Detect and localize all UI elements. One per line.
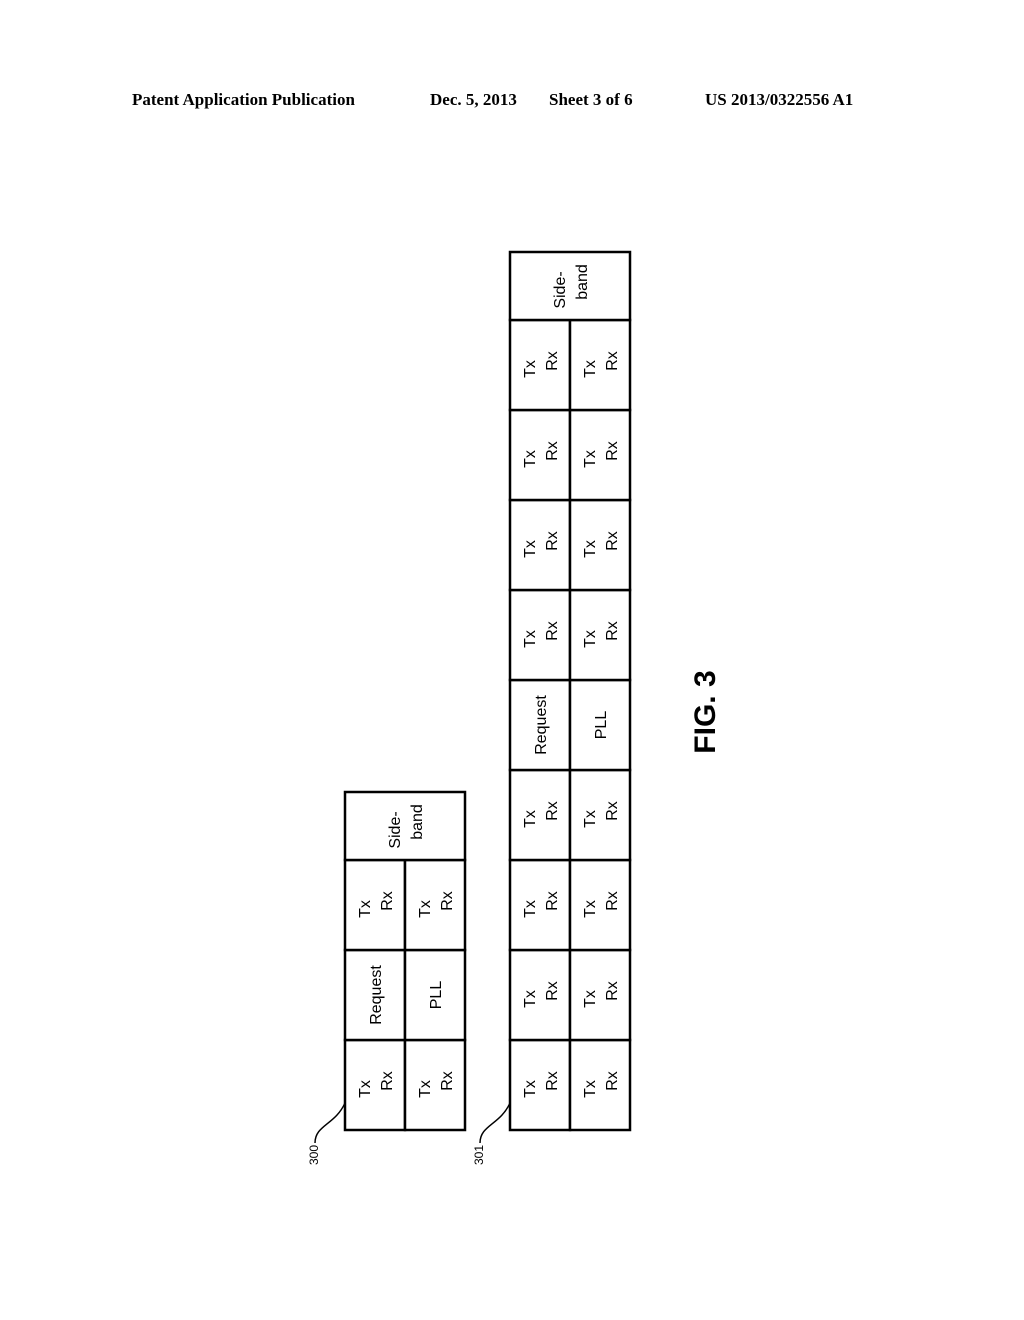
cell-text: Rx (544, 531, 561, 551)
cell-text: Tx (582, 450, 599, 468)
cell-text: Rx (544, 891, 561, 911)
cell-text: PLL (593, 711, 610, 740)
cell-text: Rx (604, 531, 621, 551)
cell-bottom (403, 1038, 467, 1132)
cell-text: Tx (522, 630, 539, 648)
cell-text: Rx (439, 1071, 456, 1091)
cell-text: Tx (582, 990, 599, 1008)
reference-leader-line (314, 1102, 346, 1144)
cell-bottom (568, 498, 632, 592)
cell-label-bottom: PLL (428, 981, 445, 1010)
cell-text: Tx (522, 990, 539, 1008)
cell-text: Tx (582, 360, 599, 378)
cell-text: Rx (604, 351, 621, 371)
cell-top (508, 498, 572, 592)
cell-top (508, 1038, 572, 1132)
cell-text: Rx (379, 1071, 396, 1091)
cell-text: Tx (522, 900, 539, 918)
figure-label: FIG. 3 (689, 670, 722, 753)
cell-text: Tx (582, 1080, 599, 1098)
cell-text: Tx (417, 1080, 434, 1098)
cell-text: Side- (387, 811, 404, 848)
cell-text: Rx (544, 441, 561, 461)
reference-leader-line (479, 1102, 511, 1144)
cell-text: Rx (544, 981, 561, 1001)
cell-text: Tx (582, 630, 599, 648)
cell-sideband (343, 790, 467, 862)
cell-text: Rx (439, 891, 456, 911)
reference-number: 301 (472, 1145, 486, 1165)
cell-sideband (508, 250, 632, 322)
cell-text: Tx (582, 810, 599, 828)
cell-top (508, 948, 572, 1042)
cell-top (343, 1038, 407, 1132)
cell-bottom (568, 948, 632, 1042)
cell-text: Rx (604, 621, 621, 641)
cell-text: Rx (604, 1071, 621, 1091)
cell-text: Tx (417, 900, 434, 918)
cell-text: Request (368, 965, 385, 1025)
cell-text: Tx (522, 360, 539, 378)
cell-label-top: Request (533, 695, 550, 755)
cell-text: Rx (379, 891, 396, 911)
cell-bottom (568, 858, 632, 952)
cell-bottom (568, 1038, 632, 1132)
cell-bottom (403, 858, 467, 952)
cell-bottom (568, 408, 632, 502)
cell-text: Tx (522, 1080, 539, 1098)
reference-number: 300 (307, 1145, 321, 1165)
cell-text: band (574, 264, 591, 300)
cell-text: band (409, 804, 426, 840)
cell-top (343, 858, 407, 952)
cell-text: PLL (428, 981, 445, 1010)
cell-top (508, 408, 572, 502)
cell-text: Rx (604, 441, 621, 461)
cell-text: Tx (357, 1080, 374, 1098)
cell-bottom (568, 318, 632, 412)
cell-top (508, 768, 572, 862)
cell-text: Side- (552, 271, 569, 308)
cell-text: Rx (544, 621, 561, 641)
cell-text: Rx (604, 981, 621, 1001)
cell-text: Rx (544, 801, 561, 821)
cell-text: Rx (544, 351, 561, 371)
cell-label-top: Request (368, 965, 385, 1025)
cell-text: Tx (357, 900, 374, 918)
cell-text: Rx (544, 1071, 561, 1091)
cell-text: Tx (522, 450, 539, 468)
cell-label-bottom: PLL (593, 711, 610, 740)
cell-top (508, 588, 572, 682)
figure-3-diagram: Tx Rx Tx Rx Request PLL Tx Rx Tx Rx Side-band 300 Tx… (307, 250, 722, 1165)
cell-text: Tx (582, 540, 599, 558)
cell-top (508, 858, 572, 952)
cell-text: Tx (522, 540, 539, 558)
cell-text: Rx (604, 801, 621, 821)
cell-text: Request (533, 695, 550, 755)
cell-text: Rx (604, 891, 621, 911)
cell-text: Tx (582, 900, 599, 918)
cell-bottom (568, 588, 632, 682)
cell-bottom (568, 768, 632, 862)
cell-text: Tx (522, 810, 539, 828)
cell-top (508, 318, 572, 412)
